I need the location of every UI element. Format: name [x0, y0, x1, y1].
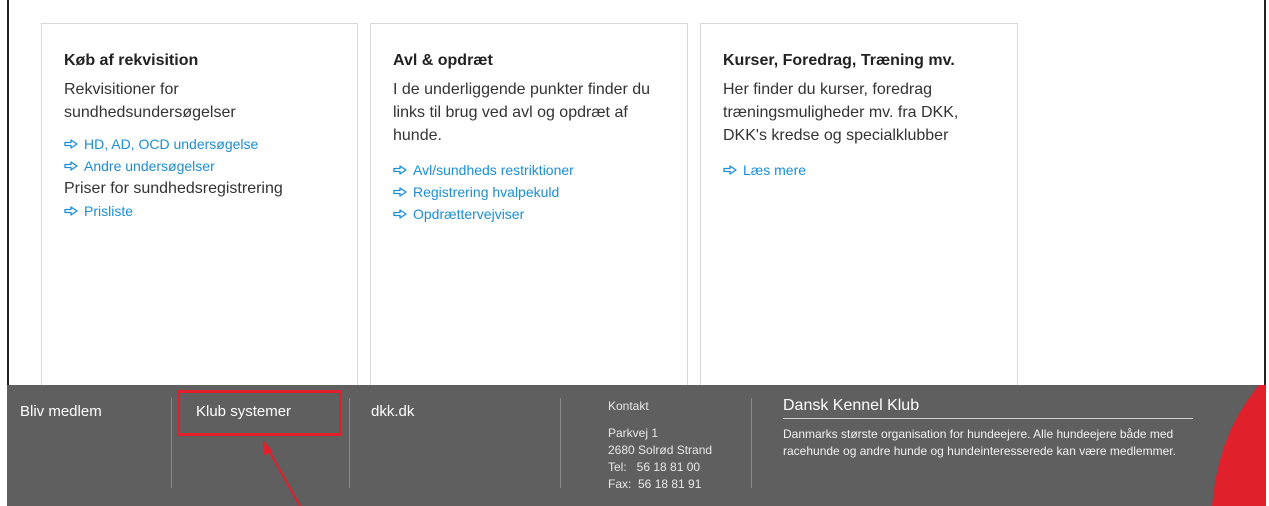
link-andre-undersogelser[interactable]: Andre undersøgelser: [64, 155, 335, 177]
contact-tel: Tel: 56 18 81 00: [608, 460, 701, 474]
arrow-right-icon: [64, 206, 78, 216]
card-kurser: Kurser, Foredrag, Træning mv. Her finder…: [700, 23, 1018, 385]
link-label: Læs mere: [743, 162, 807, 178]
card-text: I de underliggende punkter finder du lin…: [393, 81, 651, 144]
arrow-right-icon: [393, 209, 407, 219]
page-frame-left: [7, 0, 9, 385]
contact-title: Kontakt: [608, 399, 649, 413]
link-label: Registrering hvalpekuld: [413, 184, 560, 200]
footer-link-bliv-medlem[interactable]: Bliv medlem: [20, 403, 102, 420]
link-avl-sundheds-restriktioner[interactable]: Avl/sundheds restriktioner: [393, 159, 665, 181]
card-text: Her finder du kurser, foredrag træningsm…: [723, 81, 959, 144]
card-rekvisition: Køb af rekvisition Rekvisitioner for sun…: [41, 23, 358, 385]
card-title: Avl & opdræt: [393, 52, 493, 69]
contact-city: 2680 Solrød Strand: [608, 443, 713, 457]
org-name: Dansk Kennel Klub: [783, 397, 1193, 419]
card-text: Rekvisitioner for sundhedsundersøgelser: [64, 81, 236, 121]
org-description: Danmarks største organisation for hundee…: [783, 427, 1176, 458]
footer-divider: [560, 398, 561, 488]
card-text-prices: Priser for sundhedsregistrering: [64, 180, 283, 197]
footer-org: Dansk Kennel Klub Danmarks største organ…: [783, 397, 1193, 460]
link-label: Opdrættervejviser: [413, 206, 525, 222]
card-avl-opdraet: Avl & opdræt I de underliggende punkter …: [370, 23, 688, 385]
arrow-right-icon: [393, 187, 407, 197]
link-label: HD, AD, OCD undersøgelse: [84, 136, 259, 152]
dkk-logo-icon[interactable]: [1206, 385, 1266, 506]
arrow-right-icon: [393, 165, 407, 175]
link-registrering-hvalpekuld[interactable]: Registrering hvalpekuld: [393, 181, 665, 203]
card-title: Kurser, Foredrag, Træning mv.: [723, 52, 955, 69]
link-opdraettervejviser[interactable]: Opdrættervejviser: [393, 203, 665, 225]
link-label: Avl/sundheds restriktioner: [413, 162, 574, 178]
contact-fax: Fax: 56 18 81 91: [608, 477, 702, 491]
card-title: Køb af rekvisition: [64, 52, 199, 69]
arrow-right-icon: [64, 139, 78, 149]
footer-contact: Kontakt Parkvej 1 2680 Solrød Strand Tel…: [608, 399, 712, 493]
arrow-right-icon: [64, 161, 78, 171]
card-links: Avl/sundheds restriktioner Registrering …: [393, 159, 665, 225]
site-footer: Bliv medlem Klub systemer dkk.dk Kontakt…: [7, 385, 1266, 506]
card-links: Læs mere: [723, 159, 995, 181]
highlight-box: [177, 390, 342, 436]
link-label: Prisliste: [84, 203, 134, 219]
card-links: HD, AD, OCD undersøgelse Andre undersøge…: [64, 133, 335, 177]
link-hd-ad-ocd[interactable]: HD, AD, OCD undersøgelse: [64, 133, 335, 155]
footer-divider: [349, 398, 350, 488]
link-laes-mere[interactable]: Læs mere: [723, 159, 995, 181]
page-frame-right: [1264, 0, 1266, 385]
footer-divider: [751, 398, 752, 488]
footer-divider: [171, 398, 172, 488]
footer-link-dkk-dk[interactable]: dkk.dk: [371, 403, 414, 420]
link-label: Andre undersøgelser: [84, 158, 215, 174]
link-prisliste[interactable]: Prisliste: [64, 200, 335, 222]
contact-address: Parkvej 1: [608, 426, 659, 440]
arrow-right-icon: [723, 165, 737, 175]
